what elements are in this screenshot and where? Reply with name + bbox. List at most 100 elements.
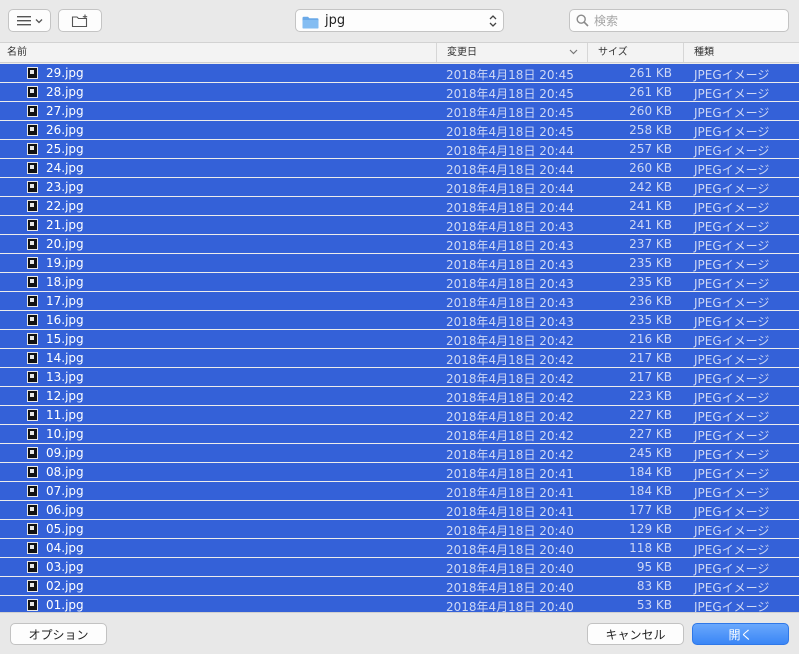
column-header-name[interactable]: 名前 — [0, 43, 437, 62]
file-row[interactable]: 24.jpg 2018年4月18日 20:44 260 KB JPEGイメージ — [0, 159, 799, 177]
file-list[interactable]: 29.jpg 2018年4月18日 20:45 261 KB JPEGイメージ 28.j… — [0, 63, 799, 612]
file-date: 2018年4月18日 20:42 — [446, 372, 574, 386]
file-kind: JPEGイメージ — [694, 106, 770, 120]
file-row[interactable]: 22.jpg 2018年4月18日 20:44 241 KB JPEGイメージ — [0, 197, 799, 215]
file-row[interactable]: 19.jpg 2018年4月18日 20:43 235 KB JPEGイメージ — [0, 254, 799, 272]
jpeg-thumbnail-icon — [27, 181, 38, 193]
file-row[interactable]: 11.jpg 2018年4月18日 20:42 227 KB JPEGイメージ — [0, 406, 799, 424]
file-row[interactable]: 09.jpg 2018年4月18日 20:42 245 KB JPEGイメージ — [0, 444, 799, 462]
jpeg-thumbnail-icon — [27, 105, 38, 117]
file-row[interactable]: 14.jpg 2018年4月18日 20:42 217 KB JPEGイメージ — [0, 349, 799, 367]
file-row[interactable]: 26.jpg 2018年4月18日 20:45 258 KB JPEGイメージ — [0, 121, 799, 139]
file-size: 235 KB — [629, 275, 672, 289]
file-kind: JPEGイメージ — [694, 68, 770, 82]
file-name: 12.jpg — [46, 389, 84, 403]
file-size: 236 KB — [629, 294, 672, 308]
file-row[interactable]: 04.jpg 2018年4月18日 20:40 118 KB JPEGイメージ — [0, 539, 799, 557]
file-name: 19.jpg — [46, 256, 84, 270]
file-size: 235 KB — [629, 256, 672, 270]
jpeg-thumbnail-icon — [27, 314, 38, 326]
file-kind: JPEGイメージ — [694, 201, 770, 215]
file-size: 53 KB — [636, 598, 672, 612]
file-date: 2018年4月18日 20:43 — [446, 315, 574, 329]
file-name: 15.jpg — [46, 332, 84, 346]
file-row[interactable]: 07.jpg 2018年4月18日 20:41 184 KB JPEGイメージ — [0, 482, 799, 500]
file-row[interactable]: 16.jpg 2018年4月18日 20:43 235 KB JPEGイメージ — [0, 311, 799, 329]
jpeg-thumbnail-icon — [27, 504, 38, 516]
cancel-button[interactable]: キャンセル — [587, 623, 684, 645]
file-name: 07.jpg — [46, 484, 84, 498]
new-folder-icon — [71, 14, 88, 27]
file-row[interactable]: 15.jpg 2018年4月18日 20:42 216 KB JPEGイメージ — [0, 330, 799, 348]
file-row[interactable]: 27.jpg 2018年4月18日 20:45 260 KB JPEGイメージ — [0, 102, 799, 120]
file-row[interactable]: 18.jpg 2018年4月18日 20:43 235 KB JPEGイメージ — [0, 273, 799, 291]
open-button[interactable]: 開く — [692, 623, 789, 645]
jpeg-thumbnail-icon — [27, 371, 38, 383]
file-row[interactable]: 05.jpg 2018年4月18日 20:40 129 KB JPEGイメージ — [0, 520, 799, 538]
options-button[interactable]: オプション — [10, 623, 107, 645]
jpeg-thumbnail-icon — [27, 599, 38, 611]
file-row[interactable]: 02.jpg 2018年4月18日 20:40 83 KB JPEGイメージ — [0, 577, 799, 595]
file-size: 242 KB — [629, 180, 672, 194]
file-size: 83 KB — [636, 579, 672, 593]
file-date: 2018年4月18日 20:44 — [446, 201, 574, 215]
file-kind: JPEGイメージ — [694, 562, 770, 576]
file-date: 2018年4月18日 20:40 — [446, 562, 574, 576]
file-row[interactable]: 03.jpg 2018年4月18日 20:40 95 KB JPEGイメージ — [0, 558, 799, 576]
file-row[interactable]: 01.jpg 2018年4月18日 20:40 53 KB JPEGイメージ — [0, 596, 799, 612]
search-icon — [576, 14, 589, 27]
dialog-footer: オプション キャンセル 開く — [0, 612, 799, 654]
file-date: 2018年4月18日 20:40 — [446, 543, 574, 557]
file-name: 03.jpg — [46, 560, 84, 574]
search-input[interactable] — [594, 13, 774, 28]
file-size: 227 KB — [629, 408, 672, 422]
file-size: 184 KB — [629, 465, 672, 479]
file-date: 2018年4月18日 20:45 — [446, 125, 574, 139]
jpeg-thumbnail-icon — [27, 200, 38, 212]
jpeg-thumbnail-icon — [27, 276, 38, 288]
column-header-size[interactable]: サイズ — [588, 43, 684, 62]
column-header-kind[interactable]: 種類 — [684, 43, 799, 62]
location-popup[interactable]: jpg — [295, 9, 504, 32]
file-row[interactable]: 13.jpg 2018年4月18日 20:42 217 KB JPEGイメージ — [0, 368, 799, 386]
file-name: 01.jpg — [46, 598, 84, 612]
column-header-date[interactable]: 変更日 — [437, 43, 588, 62]
file-row[interactable]: 10.jpg 2018年4月18日 20:42 227 KB JPEGイメージ — [0, 425, 799, 443]
file-row[interactable]: 21.jpg 2018年4月18日 20:43 241 KB JPEGイメージ — [0, 216, 799, 234]
file-kind: JPEGイメージ — [694, 581, 770, 595]
file-row[interactable]: 23.jpg 2018年4月18日 20:44 242 KB JPEGイメージ — [0, 178, 799, 196]
file-name: 09.jpg — [46, 446, 84, 460]
file-row[interactable]: 12.jpg 2018年4月18日 20:42 223 KB JPEGイメージ — [0, 387, 799, 405]
file-row[interactable]: 06.jpg 2018年4月18日 20:41 177 KB JPEGイメージ — [0, 501, 799, 519]
file-row[interactable]: 28.jpg 2018年4月18日 20:45 261 KB JPEGイメージ — [0, 83, 799, 101]
file-row[interactable]: 20.jpg 2018年4月18日 20:43 237 KB JPEGイメージ — [0, 235, 799, 253]
file-row[interactable]: 25.jpg 2018年4月18日 20:44 257 KB JPEGイメージ — [0, 140, 799, 158]
view-mode-button[interactable] — [8, 9, 51, 32]
file-row[interactable]: 29.jpg 2018年4月18日 20:45 261 KB JPEGイメージ — [0, 64, 799, 82]
jpeg-thumbnail-icon — [27, 124, 38, 136]
file-name: 21.jpg — [46, 218, 84, 232]
column-header-date-label: 変更日 — [447, 47, 477, 58]
file-name: 18.jpg — [46, 275, 84, 289]
file-date: 2018年4月18日 20:40 — [446, 524, 574, 538]
jpeg-thumbnail-icon — [27, 428, 38, 440]
file-name: 23.jpg — [46, 180, 84, 194]
file-kind: JPEGイメージ — [694, 372, 770, 386]
new-folder-button[interactable] — [58, 9, 102, 32]
jpeg-thumbnail-icon — [27, 86, 38, 98]
file-name: 02.jpg — [46, 579, 84, 593]
jpeg-thumbnail-icon — [27, 523, 38, 535]
file-row[interactable]: 17.jpg 2018年4月18日 20:43 236 KB JPEGイメージ — [0, 292, 799, 310]
file-date: 2018年4月18日 20:45 — [446, 68, 574, 82]
file-date: 2018年4月18日 20:43 — [446, 277, 574, 291]
file-row[interactable]: 08.jpg 2018年4月18日 20:41 184 KB JPEGイメージ — [0, 463, 799, 481]
file-kind: JPEGイメージ — [694, 182, 770, 196]
file-size: 261 KB — [629, 85, 672, 99]
file-date: 2018年4月18日 20:43 — [446, 296, 574, 310]
file-size: 129 KB — [629, 522, 672, 536]
file-size: 217 KB — [629, 370, 672, 384]
file-name: 13.jpg — [46, 370, 84, 384]
jpeg-thumbnail-icon — [27, 447, 38, 459]
search-field[interactable] — [569, 9, 789, 32]
jpeg-thumbnail-icon — [27, 409, 38, 421]
